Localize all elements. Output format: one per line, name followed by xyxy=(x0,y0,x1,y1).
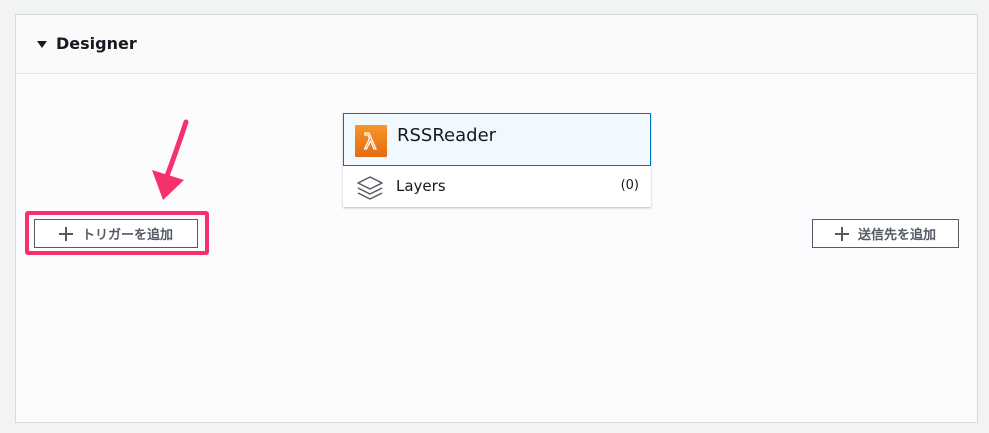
layers-count: (0) xyxy=(620,178,639,193)
add-destination-button[interactable]: 送信先を追加 xyxy=(812,219,959,248)
layers-node[interactable]: Layers (0) xyxy=(343,166,651,207)
designer-title: Designer xyxy=(56,34,137,53)
add-destination-label: 送信先を追加 xyxy=(857,228,936,243)
lambda-icon xyxy=(355,125,387,157)
add-trigger-label: トリガーを追加 xyxy=(81,228,173,243)
annotation-arrow-icon xyxy=(152,119,189,200)
caret-down-icon[interactable] xyxy=(37,41,47,48)
plus-icon xyxy=(58,226,73,241)
function-node[interactable]: RSSReader xyxy=(343,113,651,166)
layers-icon xyxy=(357,176,383,200)
function-name: RSSReader xyxy=(397,125,497,146)
layers-label: Layers xyxy=(396,177,446,195)
plus-icon xyxy=(834,226,849,241)
designer-header[interactable]: Designer xyxy=(16,15,977,74)
function-card: RSSReader Layers (0) xyxy=(343,113,651,207)
add-trigger-button[interactable]: トリガーを追加 xyxy=(34,219,198,248)
